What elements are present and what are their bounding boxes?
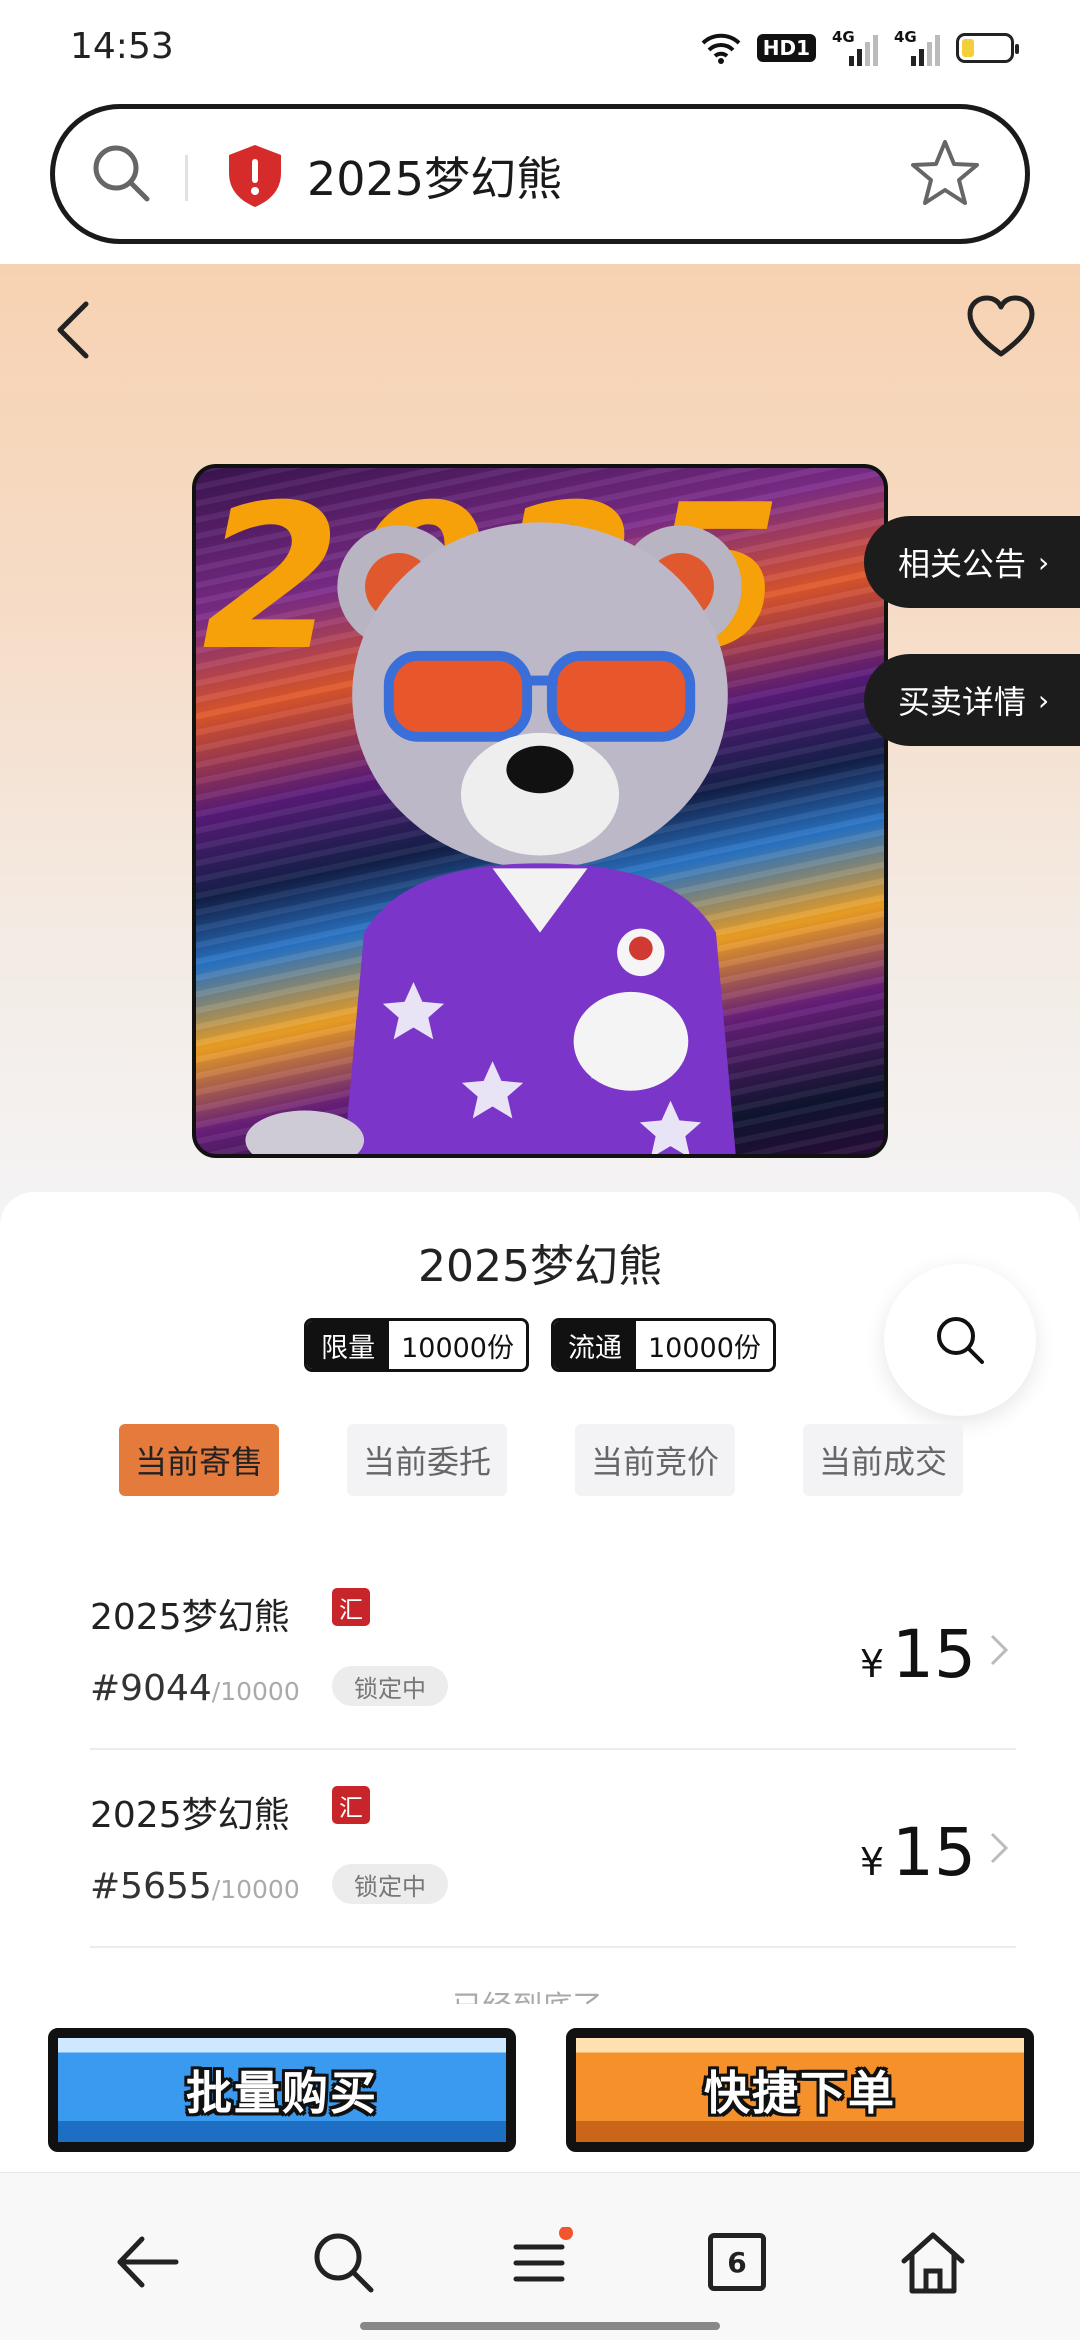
hui-badge: 汇	[332, 1588, 370, 1626]
chevron-right-icon: ›	[1038, 683, 1050, 717]
related-announcements-link[interactable]: 相关公告 ›	[864, 516, 1080, 608]
search-query[interactable]: 2025梦幻熊	[307, 143, 562, 209]
listing-serial: #5655/10000	[90, 1866, 300, 1907]
listing-row[interactable]: 2025梦幻熊 汇 #9044/10000 锁定中 ¥15	[90, 1552, 1016, 1750]
listing-serial: #9044/10000	[90, 1668, 300, 1709]
heart-icon[interactable]	[966, 294, 1036, 360]
product-artwork: 2025	[192, 464, 888, 1158]
status-icons: HD1 4G 4G	[701, 26, 1019, 70]
search-header: 2025梦幻熊	[0, 96, 1080, 264]
search-divider	[185, 155, 188, 201]
listing-price: ¥15	[859, 1814, 976, 1891]
signal-icon: 4G	[894, 28, 940, 68]
tag-value: 10000份	[636, 1321, 773, 1369]
shield-warning-icon[interactable]	[225, 143, 285, 209]
back-arrow-icon[interactable]	[112, 2227, 182, 2297]
tag-key: 流通	[554, 1321, 636, 1369]
tag-key: 限量	[307, 1321, 390, 1369]
listing-row[interactable]: 2025梦幻熊 汇 #5655/10000 锁定中 ¥15	[90, 1750, 1016, 1948]
status-bar: 14:53 HD1 4G 4G	[0, 0, 1080, 96]
search-icon	[937, 1317, 984, 1364]
related-announcements-label: 相关公告	[898, 545, 1027, 583]
home-icon[interactable]	[898, 2227, 968, 2297]
wifi-icon	[701, 33, 741, 64]
search-icon[interactable]	[308, 2227, 378, 2297]
end-of-list-text: 已经到底了~	[0, 1982, 1080, 2004]
circulation-tag: 流通 10000份	[551, 1318, 776, 1372]
chevron-right-icon	[990, 1832, 1009, 1864]
trade-details-link[interactable]: 买卖详情 ›	[864, 654, 1080, 746]
listing-name: 2025梦幻熊	[90, 1597, 290, 1638]
tabs-button[interactable]: 6	[702, 2227, 772, 2297]
listing-name: 2025梦幻熊	[90, 1795, 290, 1836]
hero-section: 2025	[0, 264, 1080, 1224]
browser-bottom-nav: 6	[0, 2172, 1080, 2340]
home-indicator[interactable]	[360, 2322, 720, 2330]
tab-current-deals[interactable]: 当前成交	[803, 1424, 963, 1496]
tag-value: 10000份	[389, 1321, 526, 1369]
locked-status: 锁定中	[332, 1864, 448, 1904]
tab-current-bidding[interactable]: 当前竞价	[575, 1424, 735, 1496]
listing-list: 2025梦幻熊 汇 #9044/10000 锁定中 ¥15 2025梦幻熊 汇 …	[90, 1552, 1016, 1948]
locked-status: 锁定中	[332, 1666, 448, 1706]
search-bar[interactable]: 2025梦幻熊	[50, 104, 1030, 244]
chevron-right-icon: ›	[1038, 545, 1050, 579]
quick-order-button[interactable]: 快捷下单	[566, 2028, 1034, 2152]
star-icon[interactable]	[909, 137, 981, 209]
signal-icon: 4G	[832, 28, 878, 68]
trade-details-label: 买卖详情	[898, 683, 1027, 721]
tab-count: 6	[727, 2245, 747, 2279]
floating-search-button[interactable]	[884, 1264, 1036, 1416]
status-time: 14:53	[70, 26, 174, 67]
batch-buy-button[interactable]: 批量购买	[48, 2028, 516, 2152]
hd-badge: HD1	[756, 34, 816, 62]
back-chevron-icon[interactable]	[46, 298, 102, 362]
tab-current-consignment[interactable]: 当前寄售	[119, 1424, 279, 1496]
bear-illustration	[245, 522, 742, 1154]
hui-badge: 汇	[332, 1786, 370, 1824]
tab-current-orders[interactable]: 当前委托	[347, 1424, 507, 1496]
menu-icon[interactable]	[504, 2227, 574, 2297]
search-icon[interactable]	[87, 139, 157, 209]
battery-icon	[956, 33, 1019, 63]
chevron-right-icon	[990, 1634, 1009, 1666]
limit-tag: 限量 10000份	[304, 1318, 529, 1372]
product-card: 2025梦幻熊 限量 10000份 流通 10000份 当前寄售 当前委托 当前…	[0, 1192, 1080, 2052]
tabs-count-box: 6	[708, 2233, 766, 2291]
listing-price: ¥15	[859, 1616, 976, 1693]
